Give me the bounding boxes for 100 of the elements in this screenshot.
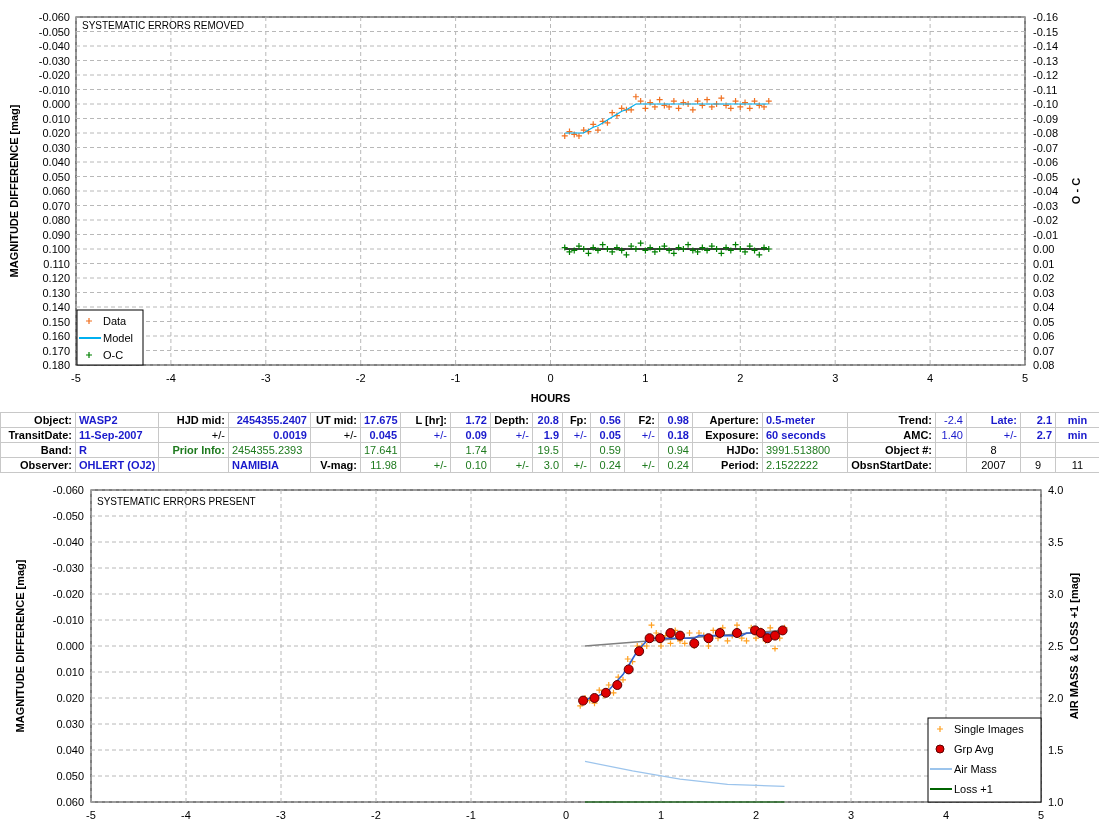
axis-tick-label: -0.050 (38, 25, 70, 38)
table-cell: 11-Sep-2007 (75, 427, 159, 443)
table-cell: 1.9 (532, 427, 563, 443)
axis-tick-label: -0.10 (1033, 98, 1059, 110)
table-cell: 0.98 (658, 412, 693, 428)
axis-tick-label: -0.040 (38, 40, 70, 52)
axis-tick-label: 0.030 (42, 141, 70, 154)
axis-tick-label: 0.020 (56, 692, 84, 704)
table-cell: Object: (0, 412, 76, 428)
table-cell: 2.1 (1020, 412, 1056, 428)
table-cell: TransitDate: (0, 427, 76, 443)
table-cell: 17.641 (360, 442, 401, 458)
table-cell: 2.1522222 (762, 457, 848, 473)
axis-title: MAGNITUDE DIFFERENCE [mag] (8, 104, 20, 278)
axis-tick-label: -4 (181, 809, 191, 821)
axis-tick-label: -3 (276, 809, 286, 821)
table-cell: 1.72 (450, 412, 491, 428)
axis-tick-label: 3 (847, 809, 855, 821)
axis-tick-label: 0.05 (1033, 315, 1055, 328)
table-cell: +/- (562, 457, 591, 473)
table-cell: Prior Info: (158, 442, 229, 458)
axis-tick-label: -0.010 (38, 83, 70, 96)
table-cell: 1.40 (935, 427, 967, 443)
axis-tick-label: 2.0 (1048, 692, 1064, 704)
table-cell: +/- (310, 427, 361, 443)
axis-tick-label: -0.030 (52, 562, 84, 574)
table-cell: NAMIBIA (228, 457, 311, 473)
axis-tick-label: 0.170 (42, 344, 70, 357)
legend-label: Data (103, 315, 127, 327)
axis-tick-label: 5 (1021, 372, 1029, 384)
axis-tick-label: -0.08 (1033, 127, 1059, 139)
table-cell: 0.59 (590, 442, 625, 458)
legend-label: Air Mass (954, 763, 997, 775)
table-cell: 17.675 (360, 412, 401, 428)
axis-tick-label: -0.11 (1033, 83, 1058, 96)
axis-tick-label: -0.16 (1033, 11, 1059, 23)
axis-tick-label: 0.00 (1033, 243, 1055, 255)
table-cell: +/- (562, 427, 591, 443)
table-cell: Band: (0, 442, 76, 458)
axis-tick-label: 1 (657, 809, 665, 821)
axis-tick-label: 1 (642, 372, 649, 384)
axis-tick-label: 0.050 (42, 170, 70, 183)
table-cell: 2.7 (1020, 427, 1056, 443)
axis-tick-label: 0.04 (1033, 301, 1055, 313)
table-cell: 8 (966, 442, 1021, 458)
axis-tick-label: 0 (547, 372, 554, 384)
axis-tick-label: 0.010 (42, 112, 70, 125)
axis-tick-label: 0.090 (42, 228, 70, 241)
table-cell: Period: (692, 457, 763, 473)
axis-tick-label: -0.020 (38, 69, 70, 81)
axis-tick-label: -0.030 (38, 54, 70, 67)
axis-tick-label: -1 (450, 372, 461, 384)
table-cell: 19.5 (532, 442, 563, 458)
axis-tick-label: 0.100 (42, 243, 70, 255)
axis-tick-label: 3.0 (1048, 588, 1064, 600)
legend-label: Loss +1 (954, 783, 993, 795)
axis-tick-label: 0.060 (56, 796, 84, 808)
table-cell: R (75, 442, 159, 458)
axis-tick-label: -0.06 (1033, 156, 1059, 168)
axis-tick-label: -5 (86, 809, 96, 821)
axis-tick-label: 0.160 (42, 330, 70, 342)
axis-tick-label: -0.15 (1033, 25, 1059, 38)
axis-tick-label: 0.150 (42, 315, 70, 328)
legend-label: Single Images (954, 723, 1024, 735)
axis-tick-label: 3.5 (1048, 536, 1064, 548)
chart-title: SYSTEMATIC ERRORS REMOVED (82, 20, 245, 31)
table-cell: AMC: (847, 427, 936, 443)
table-cell: 3.0 (532, 457, 563, 473)
axis-tick-label: 0.130 (42, 286, 70, 299)
table-cell: Late: (966, 412, 1021, 428)
table-cell: 0.05 (590, 427, 625, 443)
table-cell: 11.98 (360, 457, 401, 473)
axis-tick-label: -0.01 (1033, 228, 1059, 241)
table-cell: 0.10 (450, 457, 491, 473)
table-cell: UT mid: (310, 412, 361, 428)
table-cell: L [hr]: (400, 412, 451, 428)
table-cell: +/- (490, 427, 533, 443)
axis-title: AIR MASS & LOSS +1 [mag] (1068, 572, 1080, 720)
axis-tick-label: 2 (737, 372, 744, 384)
table-cell: +/- (400, 457, 451, 473)
table-cell: Depth: (490, 412, 533, 428)
axis-tick-label: 0.110 (43, 257, 70, 270)
axis-tick-label: -0.060 (38, 11, 70, 23)
axis-tick-label: -0.05 (1033, 170, 1059, 183)
axis-tick-label: 0.070 (42, 199, 70, 212)
legend-label: Grp Avg (954, 743, 994, 755)
axis-tick-label: 0.080 (42, 214, 70, 226)
table-cell: OHLERT (OJ2) (75, 457, 159, 473)
table-cell: +/- (624, 457, 659, 473)
axis-tick-label: 4.0 (1048, 484, 1064, 496)
axis-tick-label: -0.050 (52, 510, 84, 522)
table-cell: 0.045 (360, 427, 401, 443)
table-cell: Aperture: (692, 412, 763, 428)
table-cell: 1.74 (450, 442, 491, 458)
table-cell: 0.09 (450, 427, 491, 443)
table-cell: +/- (490, 457, 533, 473)
axis-tick-label: 2 (752, 809, 760, 821)
table-cell: Fp: (562, 412, 591, 428)
table-cell: 3991.513800 (762, 442, 848, 458)
axis-tick-label: 4 (942, 809, 950, 821)
